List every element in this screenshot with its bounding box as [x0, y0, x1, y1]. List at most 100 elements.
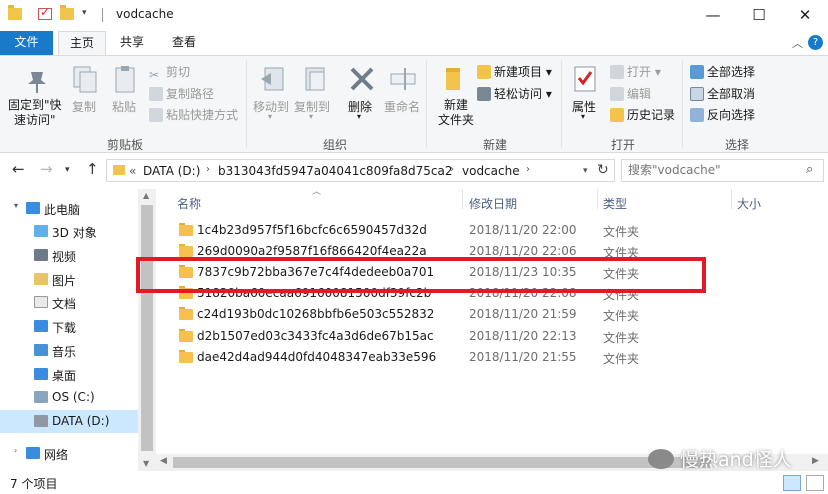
address-dropdown-icon[interactable]: ▾ [583, 166, 588, 176]
file-row[interactable]: c24d193b0dc10268bbfb6e503c552832 2018/11… [165, 304, 725, 325]
history-button[interactable]: 历史记录 [610, 106, 675, 123]
file-row[interactable]: dae42d4ad944d0fd4048347eab33e596 2018/11… [165, 347, 725, 368]
folder-icon [179, 350, 193, 363]
delete-dropdown-icon[interactable]: ▾ [357, 112, 361, 121]
invert-selection-icon [690, 108, 704, 122]
column-header-date[interactable]: 修改日期 [469, 195, 517, 212]
drive-d-icon [34, 415, 48, 427]
breadcrumb-separator-icon[interactable]: › [206, 164, 210, 175]
column-separator[interactable] [731, 189, 732, 209]
expand-chevron-icon[interactable]: ▾ [14, 201, 18, 210]
forward-arrow-icon[interactable]: → [40, 160, 53, 178]
column-header-size[interactable]: 大小 [737, 195, 761, 212]
cut-button[interactable]: ✂ 剪切 [149, 63, 190, 82]
paste-shortcut-button[interactable]: 粘贴快捷方式 [149, 106, 238, 123]
nav-item-downloads[interactable]: 下载 [0, 315, 138, 338]
breadcrumb-folder[interactable]: b313043fd5947a04041c809fa8d75ca2 [218, 164, 453, 178]
back-arrow-icon[interactable]: ← [12, 160, 25, 178]
folder-icon[interactable] [8, 5, 22, 20]
search-box[interactable]: ⌕ [621, 159, 824, 182]
move-to-dropdown-icon[interactable]: ▾ [268, 112, 272, 121]
select-all-button[interactable]: 全部选择 [690, 63, 755, 80]
column-header-name[interactable]: 名称 [177, 195, 201, 212]
rename-button[interactable]: 重命名 [384, 98, 420, 115]
up-arrow-icon[interactable]: ↑ [86, 160, 99, 178]
file-type: 文件夹 [603, 352, 640, 366]
file-date: 2018/11/20 22:06 [469, 244, 577, 258]
nav-scrollbar-thumb[interactable] [141, 205, 153, 451]
music-icon [34, 344, 48, 356]
open-button[interactable]: 打开 ▾ [610, 63, 661, 80]
file-row[interactable]: 1c4b23d957f5f16bcfc6c6590457d32d 2018/11… [165, 220, 725, 241]
details-view-icon[interactable] [783, 475, 801, 491]
copy-path-button[interactable]: 复制路径 [149, 85, 214, 102]
tab-share[interactable]: 共享 [110, 31, 154, 55]
scroll-left-icon[interactable]: ◀ [160, 456, 167, 466]
scroll-right-icon[interactable]: ▶ [812, 456, 819, 466]
nav-item-network[interactable]: › 网络 [0, 442, 138, 465]
select-none-button[interactable]: 全部取消 [690, 85, 755, 102]
column-header-type[interactable]: 类型 [603, 195, 627, 212]
copy-to-dropdown-icon[interactable]: ▾ [309, 112, 313, 121]
nav-item-os-c[interactable]: OS (C:) [0, 386, 138, 409]
nav-item-data-d[interactable]: DATA (D:) [0, 410, 138, 433]
search-input[interactable] [628, 163, 798, 177]
scroll-up-icon[interactable]: ▲ [143, 191, 149, 200]
new-folder-quick-icon[interactable] [60, 5, 74, 20]
nav-item-music[interactable]: 音乐 [0, 339, 138, 362]
nav-item-pictures[interactable]: 图片 [0, 268, 138, 291]
breadcrumb-current[interactable]: vodcache [462, 164, 520, 178]
new-group-label: 新建 [482, 138, 507, 152]
minimize-button[interactable]: — [690, 0, 736, 31]
breadcrumb-separator-icon[interactable]: › [450, 164, 454, 175]
tab-view[interactable]: 查看 [162, 31, 206, 55]
pin-quick-access-button[interactable]: 固定到"快 速访问" [8, 98, 62, 128]
3d-objects-icon [34, 225, 48, 237]
nav-item-documents[interactable]: 文档 [0, 291, 138, 314]
wechat-icon [648, 449, 674, 469]
new-folder-button[interactable]: 新建 文件夹 [438, 98, 474, 128]
collapse-ribbon-icon[interactable]: ︿ [792, 35, 803, 51]
edit-button[interactable]: 编辑 [610, 85, 651, 102]
group-separator [561, 60, 562, 148]
close-button[interactable]: ✕ [782, 0, 828, 31]
maximize-button[interactable]: ☐ [736, 0, 782, 31]
tab-home[interactable]: 主页 [58, 31, 106, 55]
invert-selection-button[interactable]: 反向选择 [690, 106, 755, 123]
file-name: 269d0090a2f9587f16f866420f4ea22a [197, 244, 427, 258]
folder-icon [179, 223, 193, 236]
quick-access-dropdown-icon[interactable]: ▾ [82, 8, 87, 18]
easy-access-button[interactable]: 轻松访问 ▾ [477, 85, 552, 102]
help-icon[interactable]: ? [808, 35, 823, 50]
computer-icon [26, 202, 40, 214]
refresh-icon[interactable]: ↻ [597, 162, 609, 178]
horizontal-scrollbar-thumb[interactable] [173, 457, 711, 468]
expand-chevron-icon[interactable]: › [14, 446, 17, 455]
select-all-icon [690, 65, 704, 79]
properties-quick-icon[interactable] [38, 5, 52, 20]
nav-item-videos[interactable]: 视频 [0, 244, 138, 267]
network-icon [26, 447, 40, 459]
recent-locations-icon[interactable]: ▾ [65, 165, 70, 175]
large-icons-view-icon[interactable] [806, 475, 824, 491]
column-separator[interactable] [597, 189, 598, 209]
nav-item-3d-objects[interactable]: 3D 对象 [0, 220, 138, 243]
nav-item-desktop[interactable]: 桌面 [0, 363, 138, 386]
column-separator[interactable] [462, 189, 463, 209]
file-row[interactable]: d2b1507ed03c3433fc4a3d6de67b15ac 2018/11… [165, 326, 725, 347]
new-item-button[interactable]: 新建项目 ▾ [477, 63, 552, 80]
group-separator [426, 60, 427, 148]
paste-button[interactable]: 粘贴 [112, 98, 136, 115]
search-icon[interactable]: ⌕ [806, 162, 813, 177]
breadcrumb-separator-icon[interactable]: › [526, 164, 530, 175]
organize-group-label: 组织 [322, 138, 347, 152]
documents-icon [34, 296, 48, 308]
tab-file[interactable]: 文件 [0, 31, 53, 55]
properties-dropdown-icon[interactable]: ▾ [581, 112, 585, 121]
address-bar[interactable]: « DATA (D:) › b313043fd5947a04041c809fa8… [106, 159, 615, 182]
breadcrumb-drive[interactable]: DATA (D:) [143, 164, 200, 178]
scroll-down-icon[interactable]: ▼ [143, 459, 149, 468]
breadcrumb-overflow[interactable]: « [129, 164, 136, 178]
nav-item-this-pc[interactable]: ▾ 此电脑 [0, 197, 138, 220]
copy-button[interactable]: 复制 [72, 98, 96, 115]
